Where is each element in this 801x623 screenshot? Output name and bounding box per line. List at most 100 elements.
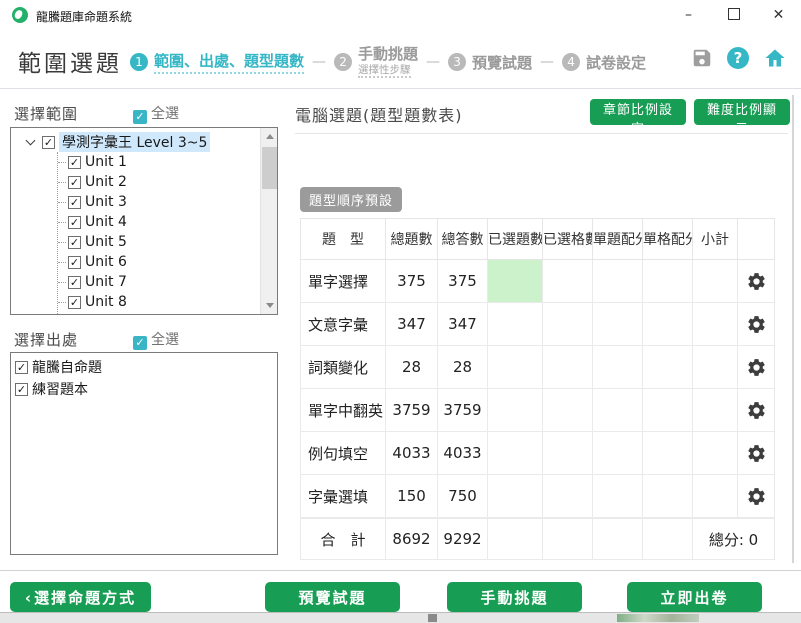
- row-settings-cell[interactable]: [738, 346, 775, 389]
- unit-label[interactable]: Unit 7: [85, 274, 127, 290]
- row-settings-cell[interactable]: [738, 260, 775, 303]
- row-total-questions: 150: [386, 475, 438, 518]
- points-per-blank-cell[interactable]: [643, 389, 693, 432]
- row-settings-cell[interactable]: [738, 475, 775, 518]
- unit-checkbox[interactable]: ✓: [68, 296, 81, 309]
- type-order-button[interactable]: 題型順序預設: [300, 187, 402, 212]
- scroll-down-icon[interactable]: [261, 297, 278, 314]
- tree-item-unit3[interactable]: ✓ Unit 3: [58, 192, 277, 212]
- selected-blanks-cell[interactable]: [543, 389, 593, 432]
- gear-icon[interactable]: [746, 357, 767, 378]
- collapse-chevron-icon[interactable]: [26, 136, 36, 146]
- gear-icon[interactable]: [746, 271, 767, 292]
- tree-root-checkbox[interactable]: ✓: [42, 136, 55, 149]
- selected-blanks-cell[interactable]: [543, 260, 593, 303]
- select-all-checkbox[interactable]: ✓: [133, 336, 147, 350]
- points-per-blank-cell[interactable]: [643, 260, 693, 303]
- tree-item-unit4[interactable]: ✓ Unit 4: [58, 212, 277, 232]
- step-indicator: 1 範圍、出處、題型題數 — 2 手動挑題 選擇性步驟 — 3 預覽試題 — 4…: [130, 42, 646, 82]
- unit-checkbox[interactable]: ✓: [68, 156, 81, 169]
- row-settings-cell[interactable]: [738, 432, 775, 475]
- selected-questions-cell[interactable]: [488, 389, 543, 432]
- back-to-method-button[interactable]: ‹選擇命題方式: [10, 582, 151, 612]
- step-dash: —: [540, 54, 554, 70]
- tree-scrollbar[interactable]: [260, 128, 277, 314]
- source-label[interactable]: 龍騰自命題: [32, 357, 102, 377]
- unit-label[interactable]: Unit 6: [85, 254, 127, 270]
- col-header-total-questions: 總題數: [386, 219, 438, 260]
- unit-label[interactable]: Unit 3: [85, 194, 127, 210]
- tree-item-unit1[interactable]: ✓ Unit 1: [58, 152, 277, 172]
- row-settings-cell[interactable]: [738, 389, 775, 432]
- points-per-question-cell[interactable]: [593, 260, 643, 303]
- points-per-blank-cell[interactable]: [643, 346, 693, 389]
- tree-item-unit7[interactable]: ✓ Unit 7: [58, 272, 277, 292]
- unit-label[interactable]: Unit 1: [85, 154, 127, 170]
- chapter-ratio-button[interactable]: 章節比例設定: [590, 99, 686, 125]
- minimize-button[interactable]: –: [666, 0, 711, 30]
- unit-checkbox[interactable]: ✓: [68, 216, 81, 229]
- generate-exam-button[interactable]: 立即出卷: [627, 582, 762, 612]
- tree-item-unit5[interactable]: ✓ Unit 5: [58, 232, 277, 252]
- source-item-lungteng[interactable]: ✓ 龍騰自命題: [11, 356, 277, 378]
- close-button[interactable]: ✕: [756, 0, 801, 30]
- select-all-checkbox[interactable]: ✓: [133, 110, 147, 124]
- unit-checkbox[interactable]: ✓: [68, 196, 81, 209]
- points-per-blank-cell[interactable]: [643, 432, 693, 475]
- points-per-question-cell[interactable]: [593, 432, 643, 475]
- unit-checkbox[interactable]: ✓: [68, 276, 81, 289]
- selected-questions-input[interactable]: [488, 260, 543, 303]
- tree-item-unit6[interactable]: ✓ Unit 6: [58, 252, 277, 272]
- gear-icon[interactable]: [746, 314, 767, 335]
- source-label[interactable]: 練習題本: [32, 379, 88, 399]
- points-per-question-cell[interactable]: [593, 475, 643, 518]
- gear-icon[interactable]: [746, 400, 767, 421]
- scrollbar-thumb[interactable]: [262, 147, 277, 189]
- panel-scrollbar[interactable]: [792, 95, 794, 563]
- unit-label[interactable]: Unit 5: [85, 234, 127, 250]
- source-list[interactable]: ✓ 龍騰自命題 ✓ 練習題本: [10, 352, 278, 555]
- preview-questions-button[interactable]: 預覽試題: [265, 582, 400, 612]
- range-tree[interactable]: ✓ 學測字彙王 Level 3~5 ✓Unit 1 ✓Unit 2 ✓Unit …: [10, 127, 278, 315]
- selected-questions-cell[interactable]: [488, 475, 543, 518]
- maximize-button[interactable]: [711, 0, 756, 30]
- row-settings-cell[interactable]: [738, 303, 775, 346]
- points-per-question-cell[interactable]: [593, 346, 643, 389]
- tree-item-unit2[interactable]: ✓ Unit 2: [58, 172, 277, 192]
- unit-checkbox[interactable]: ✓: [68, 236, 81, 249]
- help-icon[interactable]: ?: [727, 47, 749, 69]
- selected-questions-cell[interactable]: [488, 432, 543, 475]
- source-item-workbook[interactable]: ✓ 練習題本: [11, 378, 277, 400]
- points-per-question-cell[interactable]: [593, 303, 643, 346]
- tree-root-row[interactable]: ✓ 學測字彙王 Level 3~5: [11, 132, 277, 152]
- gear-icon[interactable]: [746, 443, 767, 464]
- unit-label[interactable]: Unit 9: [85, 314, 127, 315]
- points-per-blank-cell[interactable]: [643, 475, 693, 518]
- manual-pick-button[interactable]: 手動挑題: [447, 582, 582, 612]
- save-icon[interactable]: [691, 47, 713, 69]
- points-per-blank-cell[interactable]: [643, 303, 693, 346]
- selected-blanks-cell[interactable]: [543, 475, 593, 518]
- gear-icon[interactable]: [746, 486, 767, 507]
- unit-label[interactable]: Unit 4: [85, 214, 127, 230]
- tree-root-label[interactable]: 學測字彙王 Level 3~5: [59, 132, 210, 152]
- selected-questions-cell[interactable]: [488, 303, 543, 346]
- selected-blanks-cell[interactable]: [543, 346, 593, 389]
- unit-label[interactable]: Unit 8: [85, 294, 127, 310]
- source-checkbox[interactable]: ✓: [15, 361, 28, 374]
- tree-item-unit8[interactable]: ✓ Unit 8: [58, 292, 277, 312]
- unit-label[interactable]: Unit 2: [85, 174, 127, 190]
- difficulty-ratio-button[interactable]: 難度比例顯示: [694, 99, 790, 125]
- unit-checkbox[interactable]: ✓: [68, 176, 81, 189]
- unit-checkbox[interactable]: ✓: [68, 256, 81, 269]
- source-checkbox[interactable]: ✓: [15, 383, 28, 396]
- tree-item-unit9-partial[interactable]: ✓Unit 9: [58, 312, 277, 315]
- scroll-up-icon[interactable]: [261, 128, 278, 145]
- selected-blanks-cell[interactable]: [543, 432, 593, 475]
- points-per-question-cell[interactable]: [593, 389, 643, 432]
- selected-questions-cell[interactable]: [488, 346, 543, 389]
- selected-blanks-cell[interactable]: [543, 303, 593, 346]
- source-select-all[interactable]: ✓全選: [133, 329, 179, 350]
- home-icon[interactable]: [763, 46, 787, 70]
- range-select-all[interactable]: ✓全選: [133, 103, 179, 124]
